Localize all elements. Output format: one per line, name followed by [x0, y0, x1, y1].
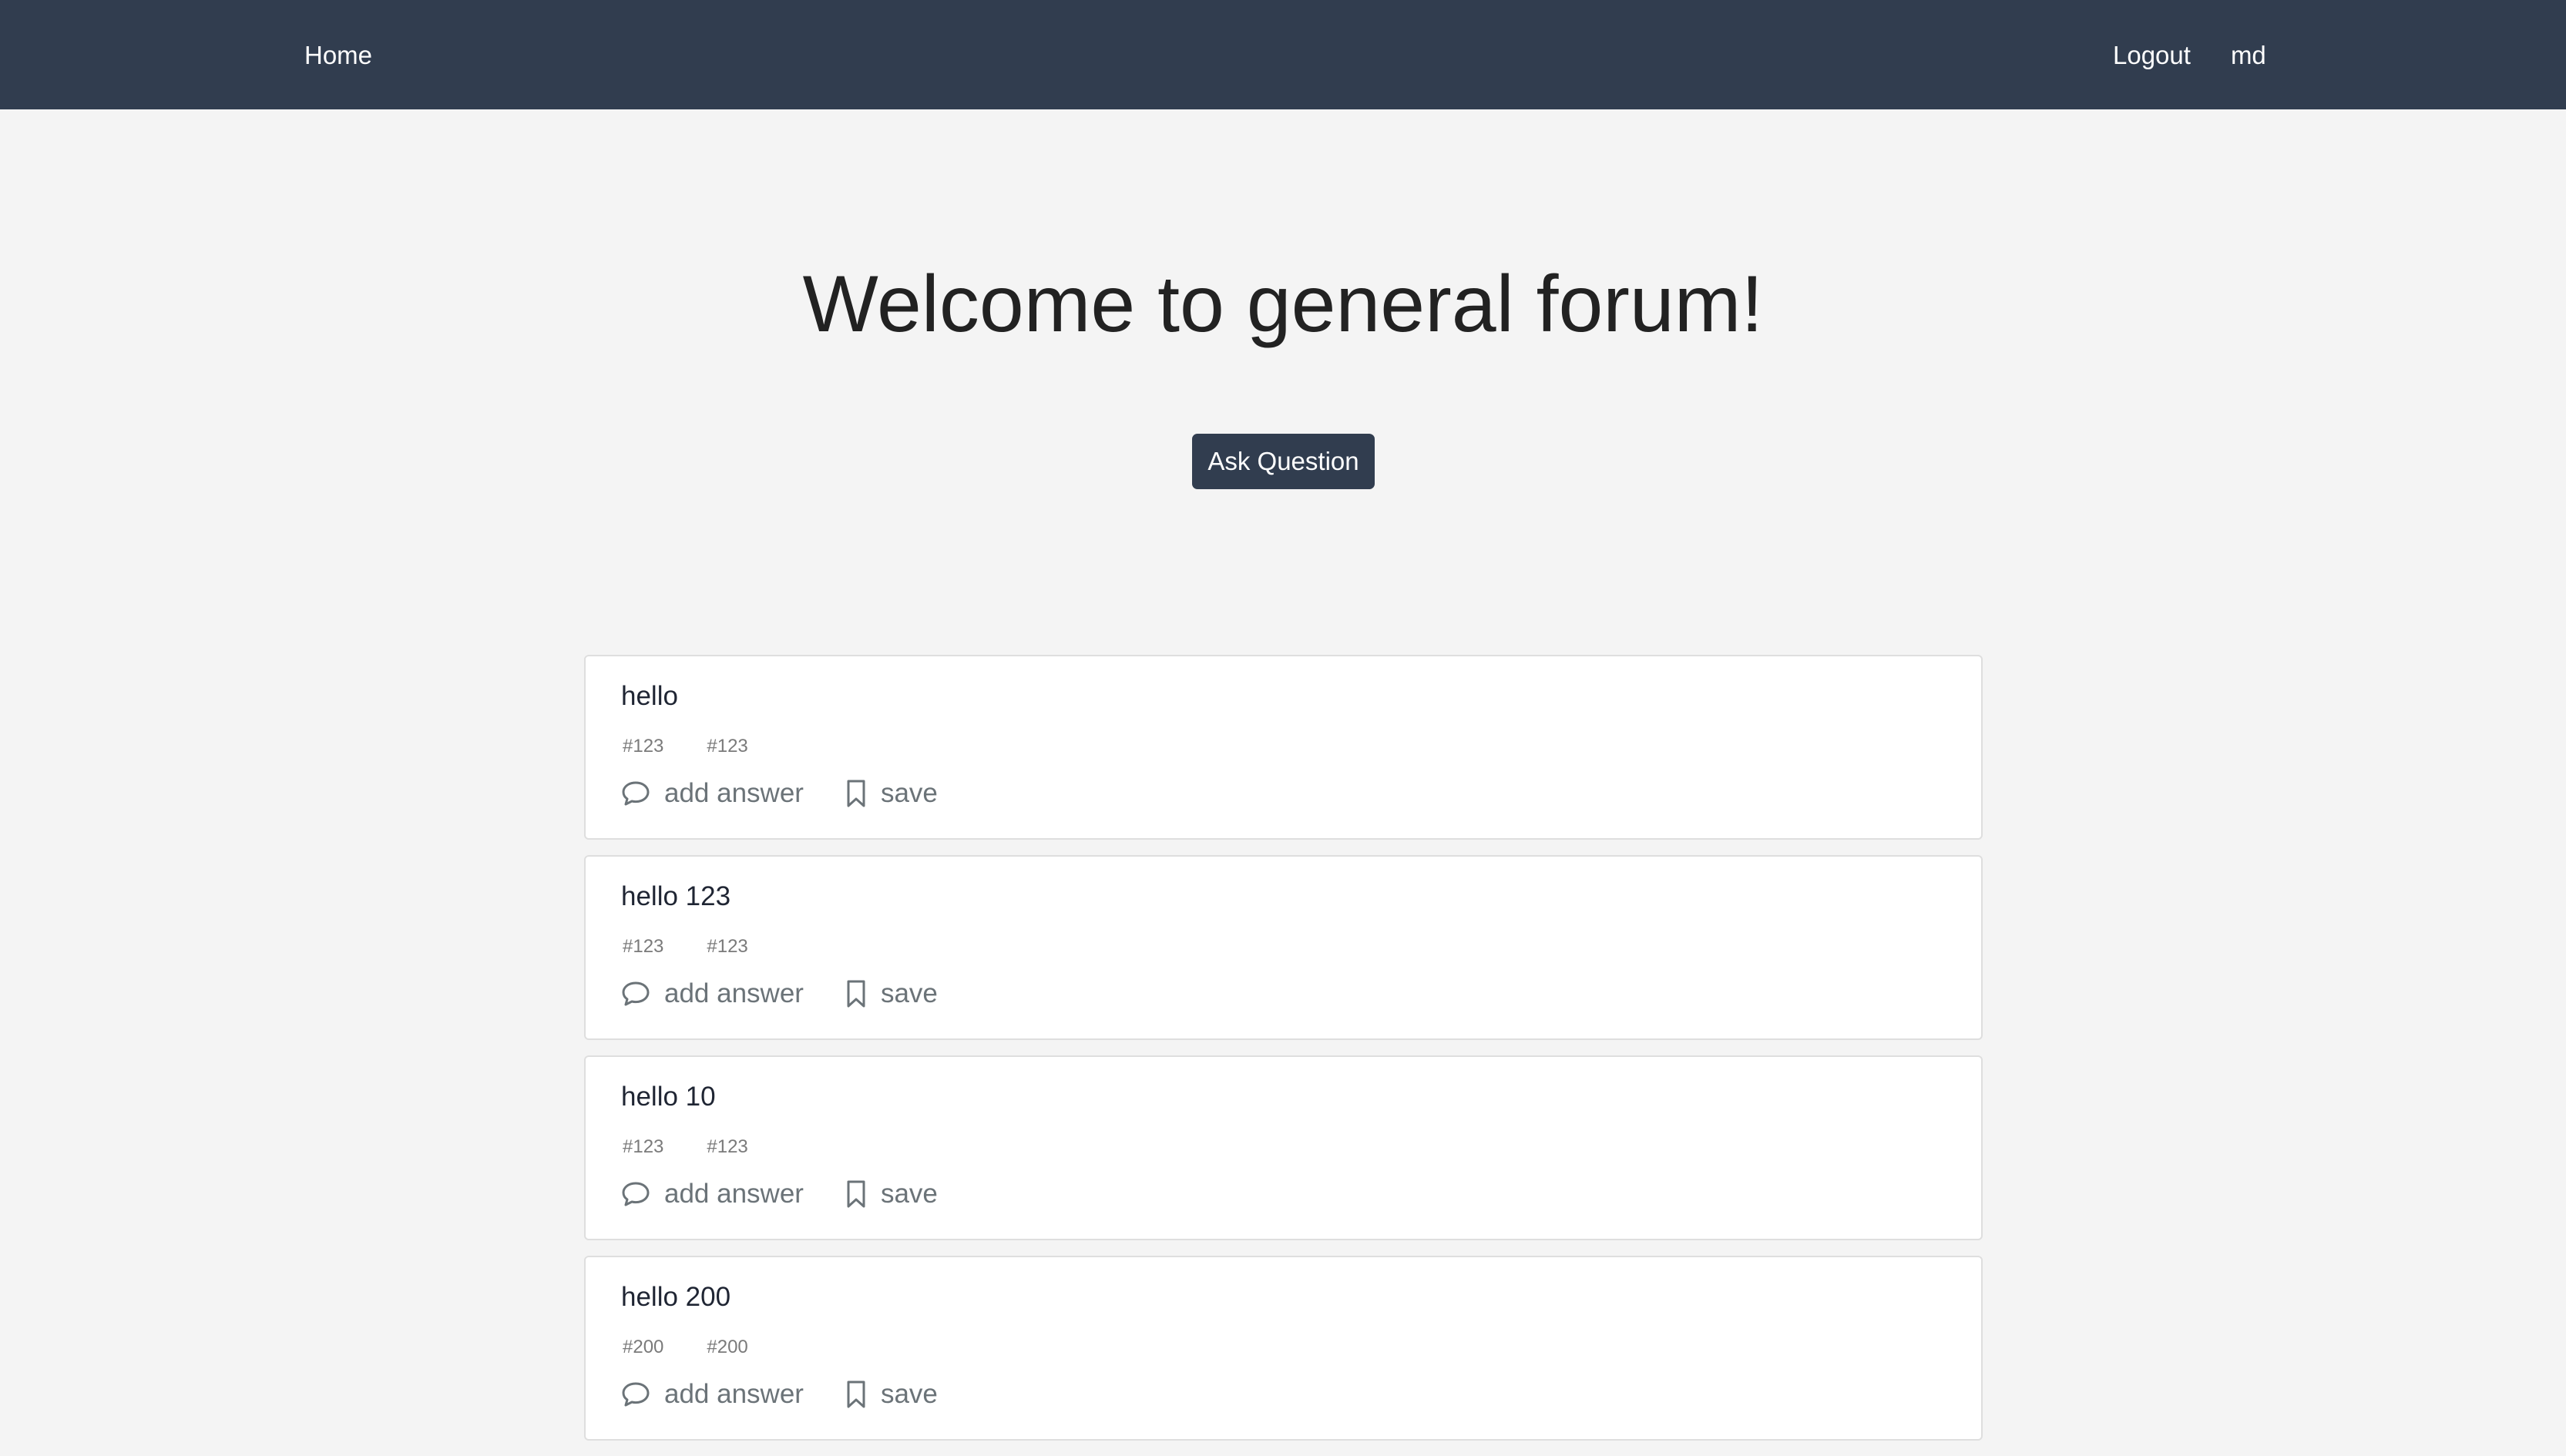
save-button[interactable]: save — [845, 775, 938, 812]
page-title: Welcome to general forum! — [802, 260, 1764, 349]
question-tag[interactable]: #123 — [707, 1134, 747, 1160]
question-card: hello 10 #123 #123 add answer save — [584, 1055, 1983, 1240]
bookmark-icon — [845, 1380, 867, 1409]
bookmark-icon — [845, 1179, 867, 1209]
add-answer-label: add answer — [664, 778, 804, 808]
question-actions: add answer save — [621, 1376, 938, 1413]
comment-icon — [621, 981, 650, 1007]
add-answer-button[interactable]: add answer — [621, 1376, 804, 1413]
add-answer-label: add answer — [664, 1179, 804, 1209]
save-label: save — [880, 978, 938, 1008]
question-tag[interactable]: #123 — [623, 934, 663, 960]
nav-home-link[interactable]: Home — [304, 37, 372, 74]
comment-icon — [621, 1181, 650, 1207]
save-button[interactable]: save — [845, 1376, 938, 1413]
save-button[interactable]: save — [845, 1176, 938, 1213]
nav-user-menu: Logout md — [2113, 37, 2266, 74]
question-tags: #123 #123 — [623, 934, 748, 960]
save-label: save — [880, 1179, 938, 1209]
question-tag[interactable]: #123 — [623, 1134, 663, 1160]
comment-icon — [621, 780, 650, 807]
ask-question-button[interactable]: Ask Question — [1192, 434, 1375, 489]
bookmark-icon — [845, 779, 867, 808]
comment-icon — [621, 1381, 650, 1407]
question-title[interactable]: hello 10 — [621, 1079, 716, 1115]
question-card: hello 200 #200 #200 add answer save — [584, 1256, 1983, 1441]
top-navbar: Home Logout md — [0, 0, 2566, 109]
add-answer-label: add answer — [664, 978, 804, 1008]
question-tag[interactable]: #200 — [707, 1334, 747, 1360]
add-answer-label: add answer — [664, 1379, 804, 1409]
question-tag[interactable]: #123 — [623, 733, 663, 760]
save-label: save — [880, 1379, 938, 1409]
question-tag[interactable]: #123 — [707, 934, 747, 960]
bookmark-icon — [845, 979, 867, 1008]
question-tag[interactable]: #200 — [623, 1334, 663, 1360]
question-list: hello #123 #123 add answer save hello 12… — [584, 655, 1983, 1456]
question-title[interactable]: hello 200 — [621, 1279, 731, 1316]
add-answer-button[interactable]: add answer — [621, 775, 804, 812]
save-button[interactable]: save — [845, 975, 938, 1012]
question-actions: add answer save — [621, 775, 938, 812]
question-card: hello 123 #123 #123 add answer save — [584, 855, 1983, 1040]
question-card: hello #123 #123 add answer save — [584, 655, 1983, 840]
question-actions: add answer save — [621, 975, 938, 1012]
nav-username[interactable]: md — [2231, 37, 2266, 74]
question-actions: add answer save — [621, 1176, 938, 1213]
question-tags: #200 #200 — [623, 1334, 748, 1360]
question-title[interactable]: hello — [621, 678, 678, 715]
question-title[interactable]: hello 123 — [621, 878, 731, 915]
question-tags: #123 #123 — [623, 1134, 748, 1160]
nav-logout-link[interactable]: Logout — [2113, 37, 2191, 74]
save-label: save — [880, 778, 938, 808]
question-tag[interactable]: #123 — [707, 733, 747, 760]
add-answer-button[interactable]: add answer — [621, 975, 804, 1012]
add-answer-button[interactable]: add answer — [621, 1176, 804, 1213]
question-tags: #123 #123 — [623, 733, 748, 760]
